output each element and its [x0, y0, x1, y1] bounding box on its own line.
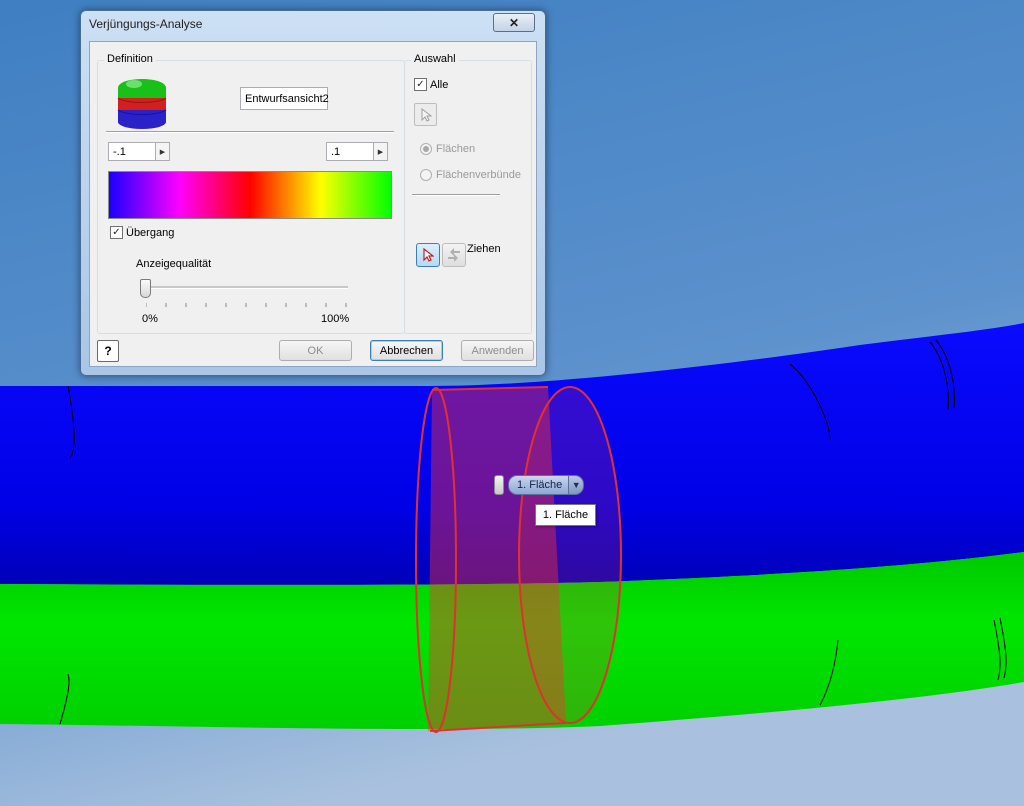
min-value-field[interactable]: -.1 — [108, 142, 155, 161]
face-sets-radio[interactable] — [420, 169, 432, 181]
selected-face-edge-right — [518, 386, 622, 724]
color-scale-bar — [108, 171, 392, 219]
face-select-button[interactable] — [414, 103, 437, 126]
face-sets-option[interactable]: Flächenverbünde — [420, 169, 521, 181]
all-checkbox[interactable]: ✓ — [414, 78, 427, 91]
definition-group-label: Definition — [104, 53, 156, 65]
dialog-client-area: Definition Entwurfsansicht2 -.1 ▶ .1 ▶ ✓… — [89, 41, 537, 367]
quality-slider-thumb[interactable] — [140, 279, 151, 298]
dialog-title: Verjüngungs-Analyse — [89, 17, 203, 31]
quality-slider-ticks — [145, 298, 347, 307]
quality-max-label: 100% — [321, 313, 350, 325]
chip-grip-handle[interactable] — [494, 475, 504, 495]
face-selection-chip[interactable]: 1. Fläche ▼ — [494, 474, 585, 496]
pointer-icon — [423, 247, 434, 262]
drag-icon — [448, 248, 460, 262]
min-value-stepper[interactable]: -.1 ▶ — [108, 142, 170, 161]
drag-mode-button[interactable] — [442, 243, 466, 267]
chevron-right-icon[interactable]: ▶ — [373, 142, 388, 161]
cancel-button[interactable]: Abbrechen — [370, 340, 443, 361]
max-value-stepper[interactable]: .1 ▶ — [326, 142, 388, 161]
quality-slider-track[interactable] — [144, 286, 348, 289]
selection-group-label: Auswahl — [411, 53, 459, 65]
ok-button[interactable]: OK — [279, 340, 352, 361]
close-icon[interactable]: ✕ — [493, 13, 535, 32]
faces-option[interactable]: Flächen — [420, 143, 475, 155]
face-tooltip: 1. Fläche — [535, 504, 596, 526]
faces-label: Flächen — [436, 143, 476, 155]
face-sets-label: Flächenverbünde — [436, 169, 522, 181]
drag-label: Ziehen — [467, 243, 501, 255]
apply-button[interactable]: Anwenden — [461, 340, 534, 361]
color-cylinder-icon — [117, 79, 167, 129]
quality-min-label: 0% — [142, 313, 158, 325]
separator — [412, 194, 500, 196]
all-option[interactable]: ✓ Alle — [414, 78, 448, 91]
transition-option[interactable]: ✓ Übergang — [110, 226, 174, 239]
faces-radio[interactable] — [420, 143, 432, 155]
chevron-right-icon[interactable]: ▶ — [155, 142, 170, 161]
max-value-field[interactable]: .1 — [326, 142, 373, 161]
separator — [106, 131, 394, 133]
design-view-name-field[interactable]: Entwurfsansicht2 — [240, 87, 329, 110]
quality-label: Anzeigequalität — [136, 258, 212, 270]
pointer-icon — [421, 107, 432, 122]
selection-group: Auswahl — [404, 53, 532, 334]
all-label: Alle — [430, 78, 449, 91]
transition-checkbox[interactable]: ✓ — [110, 226, 123, 239]
face-chip-label[interactable]: 1. Fläche — [508, 475, 570, 495]
chevron-down-icon[interactable]: ▼ — [569, 475, 585, 495]
transition-label: Übergang — [126, 226, 175, 239]
select-mode-button[interactable] — [416, 243, 440, 267]
help-icon[interactable]: ? — [97, 340, 119, 362]
taper-analysis-dialog: Verjüngungs-Analyse ✕ Definition Entwurf… — [80, 10, 546, 376]
